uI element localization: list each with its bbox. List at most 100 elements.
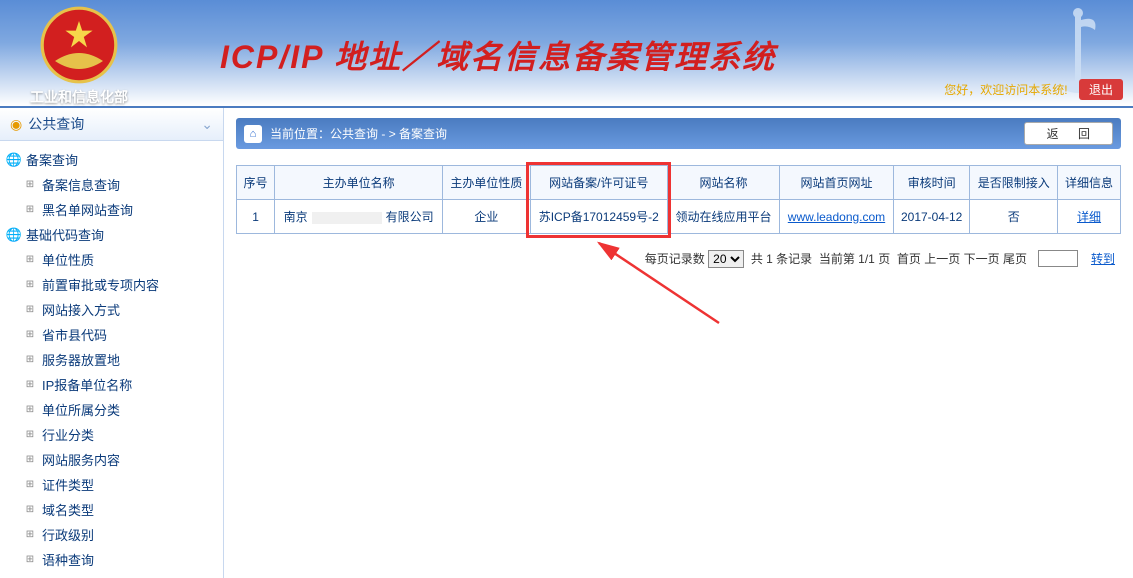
cell-homepage: www.leadong.com xyxy=(780,200,894,234)
records-table: 序号主办单位名称主办单位性质网站备案/许可证号网站名称网站首页网址审核时间是否限… xyxy=(236,165,1121,234)
detail-link[interactable]: 详细 xyxy=(1077,210,1101,224)
expand-icon: ⊞ xyxy=(22,404,38,415)
sidebar-item-label: 单位性质 xyxy=(42,250,94,269)
sidebar-item-label: IP报备单位名称 xyxy=(42,375,132,394)
table-header-cell: 网站首页网址 xyxy=(780,166,894,200)
breadcrumb-text: 当前位置：公共查询 - > 备案查询 xyxy=(270,125,447,142)
sidebar-item-label: 行政级别 xyxy=(42,525,94,544)
sidebar-item[interactable]: ⊞ IP报备单位名称 xyxy=(4,372,219,397)
prev-page-link[interactable]: 上一页 xyxy=(924,252,960,266)
table-header-cell: 详细信息 xyxy=(1058,166,1121,200)
sidebar-item[interactable]: ⊞ 黑名单网站查询 xyxy=(4,197,219,222)
welcome-bar: 您好，欢迎访问本系统! 退出 xyxy=(944,79,1123,100)
org-name: 工业和信息化部 xyxy=(30,87,128,107)
goto-page-input[interactable] xyxy=(1038,250,1078,267)
sidebar-item[interactable]: ⊞ 语种查询 xyxy=(4,547,219,572)
back-button[interactable]: 返 回 xyxy=(1024,122,1113,145)
breadcrumb: ⌂ 当前位置：公共查询 - > 备案查询 返 回 xyxy=(236,118,1121,149)
sidebar-item[interactable]: ⊞ 行政级别 xyxy=(4,522,219,547)
collapse-icon: ◉ xyxy=(10,116,22,133)
sidebar-item-label: 服务器放置地 xyxy=(42,350,120,369)
sidebar-group[interactable]: 🌐备案查询 xyxy=(4,147,219,172)
sidebar-item[interactable]: ⊞ 域名类型 xyxy=(4,497,219,522)
table-header-cell: 序号 xyxy=(237,166,275,200)
sidebar-item[interactable]: ⊞ 前置审批或专项内容 xyxy=(4,272,219,297)
expand-icon: ⊞ xyxy=(22,254,38,265)
main-content: ⌂ 当前位置：公共查询 - > 备案查询 返 回 序号主办单位名称主办单位性质网… xyxy=(224,108,1133,578)
system-title: ICP/IP 地址／域名信息备案管理系统 xyxy=(220,32,776,78)
cell-license-no: 苏ICP备17012459号-2 xyxy=(530,200,667,234)
expand-icon: ⊞ xyxy=(22,204,38,215)
table-header-row: 序号主办单位名称主办单位性质网站备案/许可证号网站名称网站首页网址审核时间是否限… xyxy=(237,166,1121,200)
last-page-link[interactable]: 尾页 xyxy=(1003,252,1027,266)
expand-icon: ⊞ xyxy=(22,279,38,290)
sidebar-group[interactable]: 🌐基础代码查询 xyxy=(4,222,219,247)
page-text: 当前第 1/1 页 xyxy=(819,252,890,266)
sidebar-item[interactable]: ⊞ 单位性质 xyxy=(4,247,219,272)
per-page-label: 每页记录数 xyxy=(645,252,705,266)
cell-org-type: 企业 xyxy=(443,200,531,234)
sidebar-panel-header[interactable]: ◉ 公共查询 ⌄ xyxy=(0,108,223,141)
globe-icon: 🌐 xyxy=(6,152,22,168)
sidebar-item[interactable]: ⊞ 备案信息查询 xyxy=(4,172,219,197)
goto-link[interactable]: 转到 xyxy=(1091,252,1115,266)
expand-icon: ⊞ xyxy=(22,429,38,440)
cell-restricted: 否 xyxy=(970,200,1058,234)
app-header: 工业和信息化部 ICP/IP 地址／域名信息备案管理系统 您好，欢迎访问本系统!… xyxy=(0,0,1133,108)
first-page-link[interactable]: 首页 xyxy=(897,252,921,266)
table-header-cell: 主办单位性质 xyxy=(443,166,531,200)
table-header-cell: 网站名称 xyxy=(667,166,779,200)
sidebar-item[interactable]: ⊞ 网站服务内容 xyxy=(4,447,219,472)
cell-org-name: 南京有限公司 xyxy=(275,200,443,234)
nav-tree: 🌐备案查询⊞备案信息查询⊞黑名单网站查询🌐基础代码查询⊞单位性质⊞前置审批或专项… xyxy=(0,141,223,578)
sidebar-item-label: 黑名单网站查询 xyxy=(42,200,133,219)
logo-area: 工业和信息化部 xyxy=(30,5,128,107)
cell-seq: 1 xyxy=(237,200,275,234)
globe-icon: 🌐 xyxy=(6,227,22,243)
next-page-link[interactable]: 下一页 xyxy=(964,252,1000,266)
sidebar-item-label: 语种查询 xyxy=(42,550,94,569)
home-icon[interactable]: ⌂ xyxy=(244,125,262,143)
sidebar-panel-title: 公共查询 xyxy=(28,114,84,134)
expand-icon: ⊞ xyxy=(22,504,38,515)
total-text: 共 1 条记录 xyxy=(751,252,812,266)
chevron-down-icon: ⌄ xyxy=(201,116,213,133)
table-header-cell: 网站备案/许可证号 xyxy=(530,166,667,200)
expand-icon: ⊞ xyxy=(22,454,38,465)
sidebar-item[interactable]: ⊞服务器放置地 xyxy=(4,347,219,372)
sidebar-item-label: 域名类型 xyxy=(42,500,94,519)
sidebar-item[interactable]: ⊞省市县代码 xyxy=(4,322,219,347)
sidebar-item-label: 单位所属分类 xyxy=(42,400,120,419)
cell-site-name: 领动在线应用平台 xyxy=(667,200,779,234)
cell-detail: 详细 xyxy=(1058,200,1121,234)
cell-audit-date: 2017-04-12 xyxy=(893,200,970,234)
table-header-cell: 主办单位名称 xyxy=(275,166,443,200)
table-header-cell: 是否限制接入 xyxy=(970,166,1058,200)
homepage-link[interactable]: www.leadong.com xyxy=(788,210,885,224)
sidebar-item[interactable]: ⊞ 网站接入方式 xyxy=(4,297,219,322)
sidebar-item-label: 证件类型 xyxy=(42,475,94,494)
sidebar-item-label: 行业分类 xyxy=(42,425,94,444)
per-page-select[interactable]: 20 xyxy=(708,250,744,268)
sidebar-item[interactable]: ⊞ 证件类型 xyxy=(4,472,219,497)
expand-icon: ⊞ xyxy=(22,379,38,390)
expand-icon: ⊞ xyxy=(22,179,38,190)
sidebar-item-label: 网站接入方式 xyxy=(42,300,120,319)
sidebar-item-label: 备案信息查询 xyxy=(42,175,120,194)
sidebar-item-label: 网站服务内容 xyxy=(42,450,120,469)
national-emblem-icon xyxy=(39,5,119,85)
sidebar-item-label: 省市县代码 xyxy=(42,325,107,344)
expand-icon: ⊞ xyxy=(22,479,38,490)
sidebar-item-label: 基础代码查询 xyxy=(26,225,104,244)
sidebar-item[interactable]: ⊞ 单位所属分类 xyxy=(4,397,219,422)
table-row: 1 南京有限公司 企业 苏ICP备17012459号-2 领动在线应用平台 ww… xyxy=(237,200,1121,234)
sidebar-item-label: 备案查询 xyxy=(26,150,78,169)
logout-button[interactable]: 退出 xyxy=(1079,79,1123,100)
expand-icon: ⊞ xyxy=(22,554,38,565)
sidebar-item-label: 前置审批或专项内容 xyxy=(42,275,159,294)
redacted-block xyxy=(312,212,382,224)
expand-icon: ⊞ xyxy=(22,529,38,540)
pager: 每页记录数 20 共 1 条记录 当前第 1/1 页 首页 上一页 下一页 尾页… xyxy=(236,250,1121,268)
expand-icon: ⊞ xyxy=(22,304,38,315)
sidebar-item[interactable]: ⊞ 行业分类 xyxy=(4,422,219,447)
